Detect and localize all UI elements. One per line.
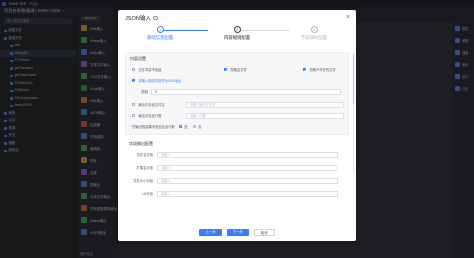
checkbox-label: 文件内容不加锁 xyxy=(138,68,162,72)
checkbox-url-source[interactable]: 将输入源的内容作为URL地址 xyxy=(132,78,181,83)
step-2: 2 内容规则配置 xyxy=(205,26,269,41)
checkbox[interactable] xyxy=(224,67,228,72)
uri-field-input[interactable]: 请输入 xyxy=(157,190,338,197)
step-number: 2 xyxy=(233,26,241,33)
field-row: 文件名字段 请输入 xyxy=(129,151,345,158)
checkbox-row: 将输入源的内容作为URL地址 xyxy=(130,77,344,84)
close-icon[interactable]: × xyxy=(346,14,350,22)
limit-row: 限制 0 xyxy=(130,88,344,95)
rownum-row: 输出中包含行数 请输入行数 xyxy=(130,112,344,119)
step-number: 3 xyxy=(310,26,318,33)
checkbox-include-filename[interactable]: 输出中包含文件名 xyxy=(130,102,186,107)
dialog-scrollbar[interactable] xyxy=(352,54,354,174)
step-1: 1 基础信息配置 xyxy=(128,26,192,41)
content-settings-section: 内容设置 文件内容不加锁 忽略空文件 忽略不存在的文件 将输入源的内容作为URL… xyxy=(125,52,349,135)
scrollbar-thumb[interactable] xyxy=(352,54,354,104)
help-icon[interactable]: ? xyxy=(153,15,158,21)
step-label: 字段映射配置 xyxy=(300,35,328,40)
step-label: 基础信息配置 xyxy=(146,35,174,40)
limit-input[interactable]: 0 xyxy=(151,88,341,95)
checkbox-include-rownum[interactable]: 输出中包含行数 xyxy=(130,113,186,118)
checkbox-no-lock[interactable]: 文件内容不加锁 xyxy=(132,67,161,72)
radio-label: 是 xyxy=(184,125,188,129)
checkbox[interactable] xyxy=(132,102,136,107)
dialog-title: JSON输入 xyxy=(125,16,152,22)
step-indicator: 1 基础信息配置 2 内容规则配置 3 字段映射配置 xyxy=(118,26,356,50)
filename-row: 输出中包含文件名 请输入输出文件名 xyxy=(130,101,344,108)
checkbox[interactable] xyxy=(303,67,307,72)
field-label: 扩展名字段 xyxy=(136,166,153,170)
checkbox-label: 输出中包含文件名 xyxy=(138,103,165,107)
rownum-input[interactable]: 请输入行数 xyxy=(185,112,344,119)
limit-label: 限制 xyxy=(141,90,148,94)
reset-label: 在输出的结果中是否包含行数 xyxy=(132,125,175,129)
field-label: 文件名字段 xyxy=(136,153,153,157)
prev-button[interactable]: 上一步 xyxy=(199,228,222,236)
next-button[interactable]: 下一步 xyxy=(226,228,249,236)
reset-row: 在输出的结果中是否包含行数 是 否 xyxy=(130,123,344,130)
cancel-button[interactable]: 取消 xyxy=(253,228,275,236)
json-input-dialog: JSON输入 ? × 1 基础信息配置 2 内容规则配置 3 字段映射配置 内容… xyxy=(118,10,356,241)
field-row: 文件大小字段 请输入 xyxy=(129,177,345,184)
field-row: Uri字段 请输入 xyxy=(129,190,345,197)
radio-yes[interactable] xyxy=(178,124,183,129)
checkbox-row: 文件内容不加锁 忽略空文件 忽略不存在的文件 xyxy=(130,66,344,73)
step-3: 3 字段映射配置 xyxy=(282,26,346,41)
section-title: 字段输出配置 xyxy=(129,141,153,146)
checkbox[interactable] xyxy=(132,113,136,118)
checkbox-label: 忽略不存在的文件 xyxy=(309,68,336,72)
checkbox-label: 将输入源的内容作为URL地址 xyxy=(138,79,182,83)
field-row: 扩展名字段 请输入 xyxy=(129,164,345,171)
checkbox-ignore-missing[interactable]: 忽略不存在的文件 xyxy=(303,67,336,72)
step-number: 1 xyxy=(156,26,164,33)
checkbox[interactable] xyxy=(132,78,136,83)
filename-input[interactable]: 请输入输出文件名 xyxy=(185,101,344,108)
filename-field-input[interactable]: 请输入 xyxy=(157,151,338,158)
field-label: Uri字段 xyxy=(142,192,153,196)
dialog-body: 内容设置 文件内容不加锁 忽略空文件 忽略不存在的文件 将输入源的内容作为URL… xyxy=(125,52,349,222)
section-title: 内容设置 xyxy=(130,56,146,61)
radio-no[interactable] xyxy=(192,124,196,129)
field-label: 文件大小字段 xyxy=(133,179,153,183)
filesize-field-input[interactable]: 请输入 xyxy=(157,177,338,184)
dialog-footer: 上一步 下一步 取消 xyxy=(118,223,356,241)
checkbox[interactable] xyxy=(132,67,136,72)
radio-label: 否 xyxy=(197,125,202,129)
checkbox-ignore-empty[interactable]: 忽略空文件 xyxy=(224,67,247,72)
checkbox-label: 忽略空文件 xyxy=(230,68,247,72)
checkbox-label: 输出中包含行数 xyxy=(138,114,162,118)
field-output-section: 字段输出配置 文件名字段 请输入 扩展名字段 请输入 文件大小字段 请输入 Ur… xyxy=(125,139,349,206)
dialog-header: JSON输入 ? xyxy=(118,10,356,26)
extension-field-input[interactable]: 请输入 xyxy=(157,164,338,171)
step-label: 内容规则配置 xyxy=(223,35,251,40)
